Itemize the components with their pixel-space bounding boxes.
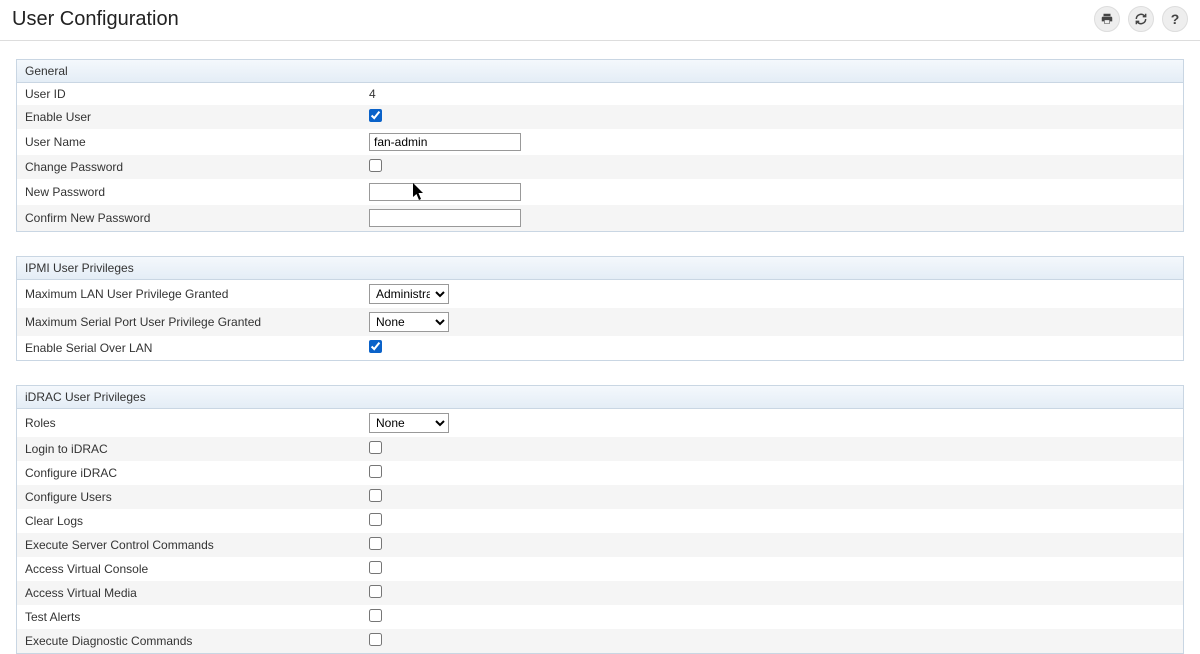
row-priv: Execute Server Control Commands: [17, 533, 1183, 557]
row-roles: Roles NoneAdministratorOperatorRead Only: [17, 409, 1183, 437]
row-priv: Configure iDRAC: [17, 461, 1183, 485]
help-button[interactable]: ?: [1162, 6, 1188, 32]
row-priv: Access Virtual Console: [17, 557, 1183, 581]
max-serial-label: Maximum Serial Port User Privilege Grant…: [25, 315, 369, 329]
content: General User ID 4 Enable User User Name …: [0, 41, 1200, 654]
row-priv: Configure Users: [17, 485, 1183, 509]
panel-general-header: General: [17, 60, 1183, 83]
max-lan-label: Maximum LAN User Privilege Granted: [25, 287, 369, 301]
priv-checkbox[interactable]: [369, 633, 382, 646]
enable-user-checkbox[interactable]: [369, 109, 382, 122]
priv-checkbox[interactable]: [369, 609, 382, 622]
row-change-password: Change Password: [17, 155, 1183, 179]
refresh-icon: [1134, 12, 1148, 26]
new-password-label: New Password: [25, 185, 369, 199]
row-max-serial: Maximum Serial Port User Privilege Grant…: [17, 308, 1183, 336]
user-id-label: User ID: [25, 87, 369, 101]
priv-checkbox[interactable]: [369, 465, 382, 478]
priv-label: Configure iDRAC: [25, 466, 369, 480]
user-name-label: User Name: [25, 135, 369, 149]
row-max-lan: Maximum LAN User Privilege Granted Admin…: [17, 280, 1183, 308]
row-new-password: New Password: [17, 179, 1183, 205]
panel-general: General User ID 4 Enable User User Name …: [16, 59, 1184, 232]
priv-checkbox[interactable]: [369, 441, 382, 454]
change-password-label: Change Password: [25, 160, 369, 174]
row-confirm-password: Confirm New Password: [17, 205, 1183, 231]
user-name-input[interactable]: [369, 133, 521, 151]
priv-label: Execute Server Control Commands: [25, 538, 369, 552]
priv-checkbox[interactable]: [369, 585, 382, 598]
page-header: User Configuration ?: [0, 0, 1200, 41]
confirm-password-label: Confirm New Password: [25, 211, 369, 225]
print-icon: [1100, 12, 1114, 26]
new-password-input[interactable]: [369, 183, 521, 201]
priv-checkbox[interactable]: [369, 513, 382, 526]
enable-user-label: Enable User: [25, 110, 369, 124]
row-user-name: User Name: [17, 129, 1183, 155]
roles-label: Roles: [25, 416, 369, 430]
row-priv: Clear Logs: [17, 509, 1183, 533]
panel-idrac-header: iDRAC User Privileges: [17, 386, 1183, 409]
priv-label: Login to iDRAC: [25, 442, 369, 456]
priv-label: Clear Logs: [25, 514, 369, 528]
priv-checkbox[interactable]: [369, 489, 382, 502]
row-priv: Test Alerts: [17, 605, 1183, 629]
confirm-password-input[interactable]: [369, 209, 521, 227]
enable-sol-checkbox[interactable]: [369, 340, 382, 353]
max-lan-select[interactable]: AdministratorOperatorUserNone: [369, 284, 449, 304]
page-title: User Configuration: [12, 8, 179, 31]
max-serial-select[interactable]: AdministratorOperatorUserNone: [369, 312, 449, 332]
row-user-id: User ID 4: [17, 83, 1183, 105]
roles-select[interactable]: NoneAdministratorOperatorRead Only: [369, 413, 449, 433]
row-priv: Execute Diagnostic Commands: [17, 629, 1183, 653]
row-enable-user: Enable User: [17, 105, 1183, 129]
panel-idrac: iDRAC User Privileges Roles NoneAdminist…: [16, 385, 1184, 654]
row-priv: Login to iDRAC: [17, 437, 1183, 461]
priv-checkbox[interactable]: [369, 537, 382, 550]
panel-ipmi: IPMI User Privileges Maximum LAN User Pr…: [16, 256, 1184, 361]
panel-ipmi-header: IPMI User Privileges: [17, 257, 1183, 280]
change-password-checkbox[interactable]: [369, 159, 382, 172]
priv-label: Configure Users: [25, 490, 369, 504]
row-priv: Access Virtual Media: [17, 581, 1183, 605]
help-icon: ?: [1171, 11, 1180, 27]
priv-label: Test Alerts: [25, 610, 369, 624]
header-actions: ?: [1094, 6, 1188, 32]
refresh-button[interactable]: [1128, 6, 1154, 32]
print-button[interactable]: [1094, 6, 1120, 32]
enable-sol-label: Enable Serial Over LAN: [25, 341, 369, 355]
priv-label: Access Virtual Media: [25, 586, 369, 600]
user-id-value: 4: [369, 87, 1175, 101]
priv-label: Access Virtual Console: [25, 562, 369, 576]
priv-checkbox[interactable]: [369, 561, 382, 574]
priv-label: Execute Diagnostic Commands: [25, 634, 369, 648]
row-enable-sol: Enable Serial Over LAN: [17, 336, 1183, 360]
